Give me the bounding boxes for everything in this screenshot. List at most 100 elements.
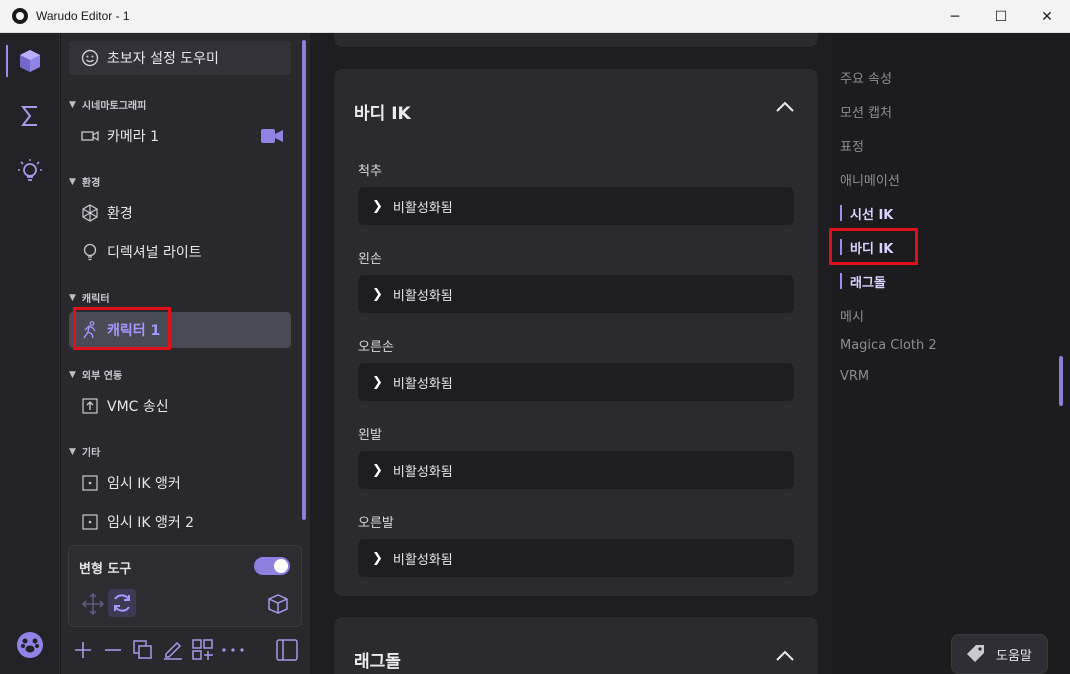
ideas-tab[interactable]: [0, 147, 60, 195]
transform-toggle[interactable]: [254, 557, 290, 575]
field-label-spine: 척추: [358, 164, 382, 179]
toc-mesh[interactable]: 메시: [840, 306, 864, 325]
community-tab[interactable]: [0, 621, 60, 669]
asset-camera-1[interactable]: 카메라 1: [69, 119, 291, 153]
inspector-panel: 바디 IK 척추 ❯ 비활성화됨 왼손 ❯ 비활성화됨 오른손 ❯ 비활성화됨 왼발 …: [311, 33, 832, 674]
chevron-right-icon: ❯: [372, 198, 383, 214]
upload-icon: [81, 397, 99, 415]
toc-magica-cloth[interactable]: Magica Cloth 2: [840, 338, 937, 353]
running-person-icon: [81, 321, 99, 339]
previous-section-card: [334, 33, 818, 47]
chevron-up-icon: [776, 650, 794, 661]
anchor-icon: [81, 474, 99, 492]
toc-animation[interactable]: 애니메이션: [840, 170, 900, 189]
chevron-right-icon: ❯: [372, 550, 383, 566]
field-right-foot[interactable]: ❯ 비활성화됨: [358, 539, 794, 577]
minimize-button[interactable]: ─: [932, 0, 978, 33]
collapse-button[interactable]: [776, 650, 794, 666]
window-title: Warudo Editor - 1: [36, 9, 130, 23]
paw-icon: [17, 632, 43, 658]
section-external[interactable]: ▼ 외부 연동: [69, 367, 122, 383]
active-camera-icon: [261, 129, 283, 143]
chevron-right-icon: ❯: [372, 374, 383, 390]
asset-label: 임시 IK 앵커: [107, 476, 181, 492]
maximize-button[interactable]: ☐: [978, 0, 1024, 33]
blueprints-tab[interactable]: [0, 92, 60, 140]
toc-expression[interactable]: 표정: [840, 136, 864, 155]
transform-label: 변형 도구: [79, 562, 132, 577]
environment-icon: [81, 204, 99, 222]
sidebar-panel-icon: [276, 639, 298, 661]
add-asset-button[interactable]: [71, 638, 95, 662]
field-left-foot[interactable]: ❯ 비활성화됨: [358, 451, 794, 489]
asset-environment[interactable]: 환경: [69, 196, 291, 230]
toc-body-ik[interactable]: 바디 IK: [840, 238, 893, 257]
activity-bar: [0, 33, 60, 674]
asset-ik-anchor[interactable]: 임시 IK 앵커: [69, 466, 291, 500]
toc-look-ik[interactable]: 시선 IK: [840, 204, 893, 223]
rename-asset-button[interactable]: [161, 638, 185, 662]
help-button[interactable]: 도움말: [951, 634, 1048, 674]
section-title: 바디 IK: [354, 104, 411, 124]
section-title: 래그돌: [354, 652, 401, 672]
plus-icon: [75, 642, 91, 658]
camera-icon: [81, 127, 99, 145]
cube-outline-icon: [268, 594, 288, 614]
toggle-sidebar-button[interactable]: [275, 638, 299, 662]
chevron-down-icon: ▼: [69, 446, 76, 457]
section-character[interactable]: ▼ 캐릭터: [69, 290, 110, 306]
scale-tool-button[interactable]: [264, 590, 292, 618]
transform-tool-panel: 변형 도구: [68, 545, 302, 627]
toc-main-properties[interactable]: 주요 속성: [840, 68, 892, 87]
rotate-tool-button[interactable]: [108, 589, 136, 617]
more-options-button[interactable]: [221, 638, 245, 662]
remove-asset-button[interactable]: [101, 638, 125, 662]
pencil-icon: [164, 641, 182, 660]
beginner-wizard-button[interactable]: 초보자 설정 도우미: [69, 41, 291, 75]
assets-tab[interactable]: [0, 37, 60, 85]
sidebar-toolbar: [61, 634, 310, 668]
chevron-right-icon: ❯: [372, 462, 383, 478]
asset-directional-light[interactable]: 디렉셔널 라이트: [69, 235, 291, 269]
chevron-right-icon: ❯: [372, 286, 383, 302]
duplicate-asset-button[interactable]: [131, 638, 155, 662]
section-environment[interactable]: ▼ 환경: [69, 174, 100, 190]
ragdoll-card: 래그돌: [334, 617, 818, 674]
inspector-scrollbar[interactable]: [1059, 356, 1063, 406]
asset-label: 카메라 1: [107, 129, 159, 145]
wizard-label: 초보자 설정 도우미: [107, 51, 219, 67]
toc-motion-capture[interactable]: 모션 캡처: [840, 102, 892, 121]
close-button[interactable]: ✕: [1024, 0, 1070, 33]
field-left-hand[interactable]: ❯ 비활성화됨: [358, 275, 794, 313]
asset-vmc-sender[interactable]: VMC 송신: [69, 389, 291, 423]
sidebar-scrollbar[interactable]: [302, 40, 306, 520]
asset-label: 캐릭터 1: [107, 323, 161, 339]
field-spine[interactable]: ❯ 비활성화됨: [358, 187, 794, 225]
toc-vrm[interactable]: VRM: [840, 369, 869, 384]
asset-character-1[interactable]: 캐릭터 1: [69, 312, 291, 348]
section-cinematography[interactable]: ▼ 시네마토그래피: [69, 97, 146, 113]
field-label-left-hand: 왼손: [358, 252, 382, 267]
more-icon: [222, 648, 244, 652]
move-tool-button[interactable]: [79, 590, 107, 618]
duplicate-icon: [133, 640, 152, 659]
add-group-button[interactable]: [191, 638, 215, 662]
cube-icon: [20, 50, 40, 72]
move-icon: [82, 593, 104, 615]
help-tag-icon: [967, 645, 984, 662]
toc-ragdoll[interactable]: 래그돌: [840, 272, 886, 291]
chevron-down-icon: ▼: [69, 369, 76, 380]
rotate-icon: [114, 594, 130, 612]
field-label-right-foot: 오른발: [358, 516, 394, 531]
section-other[interactable]: ▼ 기타: [69, 444, 100, 460]
asset-label: 환경: [107, 206, 133, 222]
help-label: 도움말: [996, 648, 1032, 664]
chevron-down-icon: ▼: [69, 99, 76, 110]
section-navigator: 주요 속성 모션 캡처 표정 애니메이션 시선 IK 바디 IK 래그돌 메시 …: [832, 33, 1070, 674]
asset-ik-anchor-2[interactable]: 임시 IK 앵커 2: [69, 505, 291, 539]
body-ik-card: 바디 IK 척추 ❯ 비활성화됨 왼손 ❯ 비활성화됨 오른손 ❯ 비활성화됨 왼발 …: [334, 69, 818, 596]
field-right-hand[interactable]: ❯ 비활성화됨: [358, 363, 794, 401]
collapse-button[interactable]: [776, 101, 794, 117]
chevron-down-icon: ▼: [69, 292, 76, 303]
field-label-left-foot: 왼발: [358, 428, 382, 443]
